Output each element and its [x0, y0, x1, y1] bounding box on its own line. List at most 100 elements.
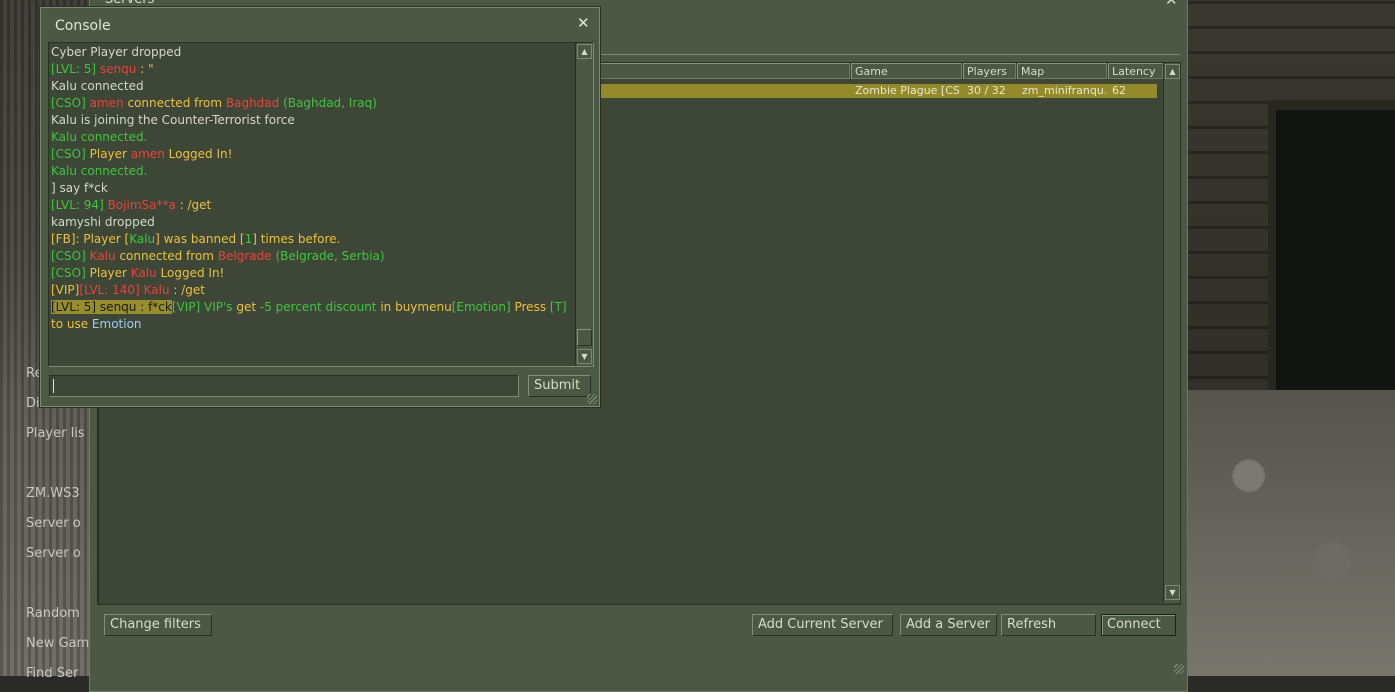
- scroll-down-icon[interactable]: ▼: [577, 349, 592, 364]
- console-line: Kalu is joining the Counter-Terrorist fo…: [51, 112, 573, 129]
- cell-map: zm_minifranqu...: [1022, 84, 1106, 97]
- console-line: Kalu connected: [51, 78, 573, 95]
- console-line-segment: [CSO]: [51, 266, 90, 280]
- refresh-button[interactable]: Refresh: [1001, 614, 1096, 636]
- console-line-segment: (Baghdad, Iraq): [279, 96, 377, 110]
- console-line-segment: Kalu connected.: [51, 164, 148, 178]
- scroll-up-icon[interactable]: ▲: [577, 44, 592, 59]
- scroll-down-icon[interactable]: ▼: [1165, 585, 1180, 600]
- console-log[interactable]: Cyber Player dropped [LVL: 5] senqu : " Ka…: [48, 42, 594, 367]
- column-header-players[interactable]: Players: [963, 63, 1016, 79]
- console-line-segment: get: [236, 300, 260, 314]
- console-line-segment: Kalu is joining the Counter-Terrorist fo…: [51, 113, 295, 127]
- server-list-scrollbar[interactable]: ▲ ▼: [1163, 63, 1180, 603]
- console-line-segment: [CSO]: [51, 96, 90, 110]
- text-caret: [53, 379, 54, 393]
- console-line-segment: Logged In!: [164, 147, 233, 161]
- console-line-segment: Cyber Player dropped: [51, 45, 182, 59]
- console-line-segment: Emotion: [91, 317, 142, 331]
- scroll-up-icon[interactable]: ▲: [1165, 64, 1180, 79]
- main-menu-item[interactable]: Server o: [26, 516, 90, 531]
- console-resize-grip-icon[interactable]: [587, 394, 597, 404]
- connect-button[interactable]: Connect: [1101, 614, 1176, 636]
- console-line-segment: : /get: [175, 198, 212, 212]
- change-filters-button[interactable]: Change filters: [104, 614, 212, 636]
- submit-button[interactable]: Submit: [528, 375, 591, 397]
- console-line-segment: amen: [89, 96, 124, 110]
- console-line: [LVL: 94] BojimSa**a : /get: [51, 197, 573, 214]
- console-line: kamyshi dropped: [51, 214, 573, 231]
- console-line-segment: [VIP]: [51, 283, 80, 297]
- console-line: [CSO] Player amen Logged In!: [51, 146, 573, 163]
- console-line-segment: Kalu: [130, 266, 157, 280]
- console-line-segment: ] was banned [: [155, 232, 245, 246]
- console-line: [CSO] Kalu connected from Belgrade (Belg…: [51, 248, 573, 265]
- column-header-game[interactable]: Game: [851, 63, 962, 79]
- console-line-segment: ] times before.: [252, 232, 341, 246]
- add-current-server-button[interactable]: Add Current Server: [752, 614, 893, 636]
- console-line-segment: Belgrade: [217, 249, 272, 263]
- console-line-segment: Player: [89, 266, 131, 280]
- console-line-segment: : /get: [169, 283, 205, 297]
- console-line: [LVL: 5] senqu : ": [51, 61, 573, 78]
- console-title: Console: [55, 18, 111, 34]
- console-line-segment: : ": [136, 62, 154, 76]
- console-line-segment: -5 percent discount: [259, 300, 377, 314]
- console-command-input[interactable]: [49, 375, 519, 397]
- console-line: Kalu connected.: [51, 129, 573, 146]
- console-line-segment: senqu: [99, 62, 137, 76]
- console-log-scrollbar[interactable]: ▲ ▼: [575, 43, 593, 366]
- add-server-button[interactable]: Add a Server: [900, 614, 997, 636]
- console-line-segment: Kalu connected: [51, 79, 144, 93]
- console-line-segment: [FB]: Player [: [51, 232, 130, 246]
- cell-latency: 62: [1112, 84, 1126, 97]
- console-line: [FB]: Player [Kalu] was banned [1] times…: [51, 231, 573, 248]
- console-line-segment: kamyshi dropped: [51, 215, 155, 229]
- console-line-segment: Player: [89, 147, 131, 161]
- console-line-segment: [LVL: 5]: [51, 62, 100, 76]
- console-line-segment: in buymenu: [376, 300, 452, 314]
- console-line-segment: Kalu connected.: [51, 130, 148, 144]
- console-line-segment: [Emotion]: [451, 300, 511, 314]
- main-menu-item[interactable]: Server o: [26, 546, 90, 561]
- console-window: Console ✕ Cyber Player dropped [LVL: 5] s…: [40, 7, 600, 407]
- console-line-segment: [T]: [549, 300, 567, 314]
- cell-players: 30 / 32: [967, 84, 1006, 97]
- console-line-segment: Press: [510, 300, 550, 314]
- main-menu-item[interactable]: Random: [26, 606, 90, 621]
- console-line: [VIP][LVL: 140] Kalu : /get: [51, 282, 573, 299]
- console-line-segment: [LVL: 94]: [51, 198, 108, 212]
- console-line: [LVL: 5] senqu : f*ck[VIP] VIP's get -5 …: [51, 299, 573, 333]
- console-line-segment: ] say f*ck: [51, 181, 108, 195]
- main-menu-item[interactable]: Player lis: [26, 426, 90, 441]
- main-menu-item[interactable]: ZM.WS3: [26, 486, 90, 501]
- servers-resize-grip-icon[interactable]: [1174, 664, 1184, 674]
- scroll-thumb[interactable]: [577, 329, 592, 346]
- console-line-segment: connected from: [123, 96, 226, 110]
- console-log-lines: Cyber Player dropped [LVL: 5] senqu : " Ka…: [51, 44, 573, 333]
- background-floor: [1186, 390, 1395, 676]
- console-line-segment: Kalu: [129, 232, 156, 246]
- console-close-icon[interactable]: ✕: [577, 14, 590, 32]
- console-line-segment: Baghdad: [225, 96, 280, 110]
- console-line: Cyber Player dropped: [51, 44, 573, 61]
- console-line-segment: Kalu: [143, 283, 170, 297]
- main-menu-item[interactable]: New Gam: [26, 636, 90, 651]
- main-menu-item[interactable]: Find Ser: [26, 666, 90, 681]
- console-line-segment: [LVL: 140]: [79, 283, 144, 297]
- console-line-segment: Logged In!: [156, 266, 225, 280]
- console-line: Kalu connected.: [51, 163, 573, 180]
- console-line-segment: connected from: [115, 249, 218, 263]
- console-line: [CSO] Player Kalu Logged In!: [51, 265, 573, 282]
- column-header-map[interactable]: Map: [1017, 63, 1107, 79]
- servers-close-icon[interactable]: ✕: [1165, 0, 1178, 9]
- console-line-segment: to use: [51, 317, 92, 331]
- cell-game: Zombie Plague [CSO]: [855, 84, 959, 97]
- column-header-name[interactable]: [600, 63, 850, 79]
- column-header-latency[interactable]: Latency: [1108, 63, 1163, 79]
- console-line-segment: [LVL: 5] senqu : f*ck: [51, 300, 172, 314]
- console-line-segment: BojimSa**a: [107, 198, 176, 212]
- background-right-scene: [1186, 0, 1395, 676]
- console-line-segment: Kalu: [89, 249, 116, 263]
- console-line-segment: [VIP] VIP's: [171, 300, 237, 314]
